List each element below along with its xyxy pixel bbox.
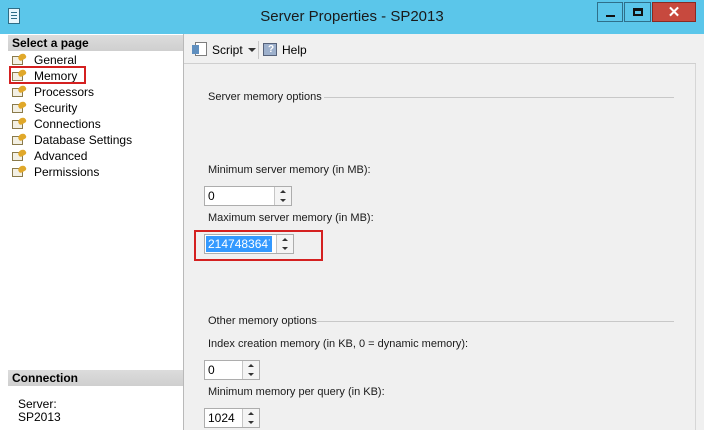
toolbar: Script Help <box>184 34 696 64</box>
maximize-icon <box>632 8 643 16</box>
page-item-memory[interactable]: Memory <box>8 66 183 84</box>
minimize-icon <box>605 15 615 17</box>
script-icon <box>192 42 208 57</box>
spin-buttons <box>242 409 259 427</box>
page-label: General <box>34 53 77 67</box>
toolbar-separator <box>258 41 259 59</box>
page-item-security[interactable]: Security <box>8 100 183 116</box>
properties-pane: Script Help Server memory options Minimu… <box>184 34 704 430</box>
page-item-processors[interactable]: Processors <box>8 84 183 100</box>
index-creation-memory-input[interactable] <box>206 362 242 378</box>
property-page-icon <box>12 102 26 114</box>
minimize-button[interactable] <box>597 2 623 22</box>
page-label: Permissions <box>34 165 100 179</box>
connection-header: Connection <box>8 370 183 386</box>
page-item-database-settings[interactable]: Database Settings <box>8 132 183 148</box>
script-button[interactable]: Script <box>192 42 243 58</box>
page-label: Processors <box>34 85 95 99</box>
server-value: SP2013 <box>18 410 61 424</box>
group-divider <box>324 97 674 98</box>
server-memory-group-label: Server memory options <box>208 91 322 103</box>
close-button[interactable]: ✕ <box>652 2 696 22</box>
title-bar: Server Properties - SP2013 ✕ <box>0 0 704 34</box>
page-label: Advanced <box>34 149 88 163</box>
page-item-permissions[interactable]: Permissions <box>8 164 183 180</box>
annotation-highlight <box>194 230 323 261</box>
property-page-icon <box>12 150 26 162</box>
left-pane: Select a page General Memory Processors … <box>8 34 184 430</box>
page-item-advanced[interactable]: Advanced <box>8 148 183 164</box>
select-page-header: Select a page <box>8 35 183 51</box>
page-list: General Memory Processors Security Conne… <box>8 52 183 180</box>
memory-page-content: Server memory options Minimum server mem… <box>184 64 696 430</box>
chevron-down-icon[interactable] <box>248 48 256 52</box>
server-label: Server: <box>18 397 57 411</box>
spin-down-icon[interactable] <box>243 370 259 379</box>
help-button[interactable]: Help <box>262 42 307 58</box>
min-server-memory-input[interactable] <box>206 188 274 204</box>
script-label: Script <box>212 43 243 57</box>
page-label: Database Settings <box>34 133 133 147</box>
close-icon: ✕ <box>667 4 681 21</box>
help-icon <box>262 42 278 58</box>
property-page-icon <box>12 134 26 146</box>
spin-down-icon[interactable] <box>275 196 291 205</box>
spin-buttons <box>274 187 291 205</box>
property-page-icon <box>12 166 26 178</box>
property-page-icon <box>12 70 26 82</box>
property-page-icon <box>12 54 26 66</box>
maximize-button[interactable] <box>624 2 651 22</box>
min-memory-per-query-label: Minimum memory per query (in KB): <box>208 386 385 398</box>
property-page-icon <box>12 86 26 98</box>
index-creation-memory-label: Index creation memory (in KB, 0 = dynami… <box>208 338 469 350</box>
min-server-memory-spinner[interactable] <box>204 186 292 206</box>
page-item-connections[interactable]: Connections <box>8 116 183 132</box>
page-label: Connections <box>34 117 101 131</box>
property-page-icon <box>12 118 26 130</box>
other-memory-group-label: Other memory options <box>208 315 317 327</box>
group-divider <box>316 321 674 322</box>
spin-buttons <box>242 361 259 379</box>
page-label: Security <box>34 101 78 115</box>
page-label: Memory <box>34 69 78 83</box>
help-label: Help <box>282 43 307 57</box>
spin-down-icon[interactable] <box>243 418 259 427</box>
index-creation-memory-spinner[interactable] <box>204 360 260 380</box>
min-memory-per-query-input[interactable] <box>206 410 242 426</box>
min-server-memory-label: Minimum server memory (in MB): <box>208 164 371 176</box>
min-memory-per-query-spinner[interactable] <box>204 408 260 428</box>
max-server-memory-label: Maximum server memory (in MB): <box>208 212 374 224</box>
